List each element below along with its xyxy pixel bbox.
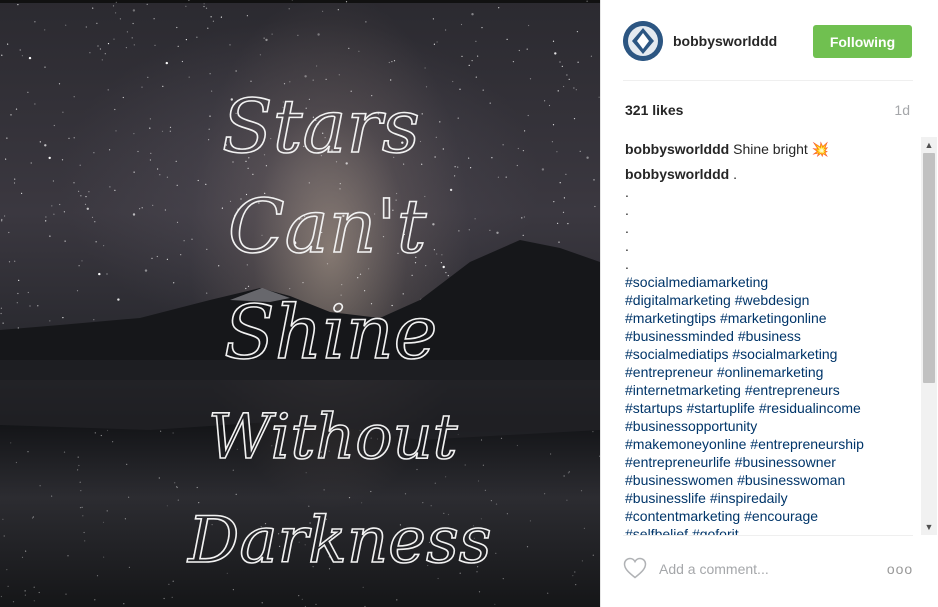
hashtag-link[interactable]: #contentmarketing <box>625 508 740 524</box>
avatar[interactable] <box>623 21 663 61</box>
following-button[interactable]: Following <box>813 25 912 58</box>
more-options-icon[interactable]: ooo <box>885 560 915 578</box>
hashtag-link[interactable]: #encourage <box>744 508 818 524</box>
overlay-line-3: Shine <box>224 290 437 376</box>
scrollbar-thumb[interactable] <box>923 153 935 383</box>
post-details-panel: bobbysworlddd Following 321 likes 1d bob… <box>600 0 938 607</box>
hashtag-link[interactable]: #businesswomen <box>625 472 733 488</box>
hashtag-link[interactable]: #selfbelief <box>625 526 688 535</box>
post-header: bobbysworlddd Following <box>601 0 938 81</box>
comments-scrollbar[interactable]: ▲ ▼ <box>921 137 937 535</box>
hashtag-block: #socialmediamarketing #digitalmarketing #… <box>625 273 921 535</box>
overlay-phrase: Stars Can't Shine Without Darkness <box>186 83 492 579</box>
hashtag-link[interactable]: #entrepreneurs <box>745 382 840 398</box>
arrow-up-icon[interactable]: ▲ <box>921 137 937 153</box>
likes-count[interactable]: 321 likes <box>625 102 683 118</box>
header-username[interactable]: bobbysworlddd <box>673 33 777 49</box>
hashtag-link[interactable]: #inspiredaily <box>710 490 788 506</box>
comments-list: bobbysworlddd Shine bright 💥 bobbysworld… <box>625 140 921 535</box>
hashtag-link[interactable]: #socialmediamarketing <box>625 274 768 290</box>
hashtag-link[interactable]: #businesswoman <box>737 472 845 488</box>
hashtag-link[interactable]: #webdesign <box>735 292 810 308</box>
hashtag-link[interactable]: #businessminded <box>625 328 734 344</box>
hashtag-line: #selfbelief #goforit <box>625 525 921 535</box>
hashtag-link[interactable]: #goforit <box>692 526 739 535</box>
hashtag-line: #internetmarketing #entrepreneurs <box>625 381 921 399</box>
comment-dot-line: . <box>625 238 629 254</box>
caption: bobbysworlddd Shine bright 💥 <box>625 140 921 158</box>
hashtag-line: #socialmediatips #socialmarketing <box>625 345 921 363</box>
hashtag-link[interactable]: #socialmediatips <box>625 346 729 362</box>
overlay-line-5: Darkness <box>187 504 492 578</box>
hashtag-link[interactable]: #businessowner <box>735 454 836 470</box>
comment-dot-line: . <box>625 220 629 236</box>
heart-outline-icon[interactable] <box>623 557 647 579</box>
hashtag-link[interactable]: #startuplife <box>686 400 754 416</box>
post-age[interactable]: 1d <box>894 102 910 118</box>
hashtag-line: #socialmediamarketing <box>625 273 921 291</box>
hashtag-line: #makemoneyonline #entrepreneurship <box>625 435 921 453</box>
comment-username[interactable]: bobbysworlddd <box>625 166 729 182</box>
comment-item: bobbysworlddd . . . . . . #socialmediama… <box>625 165 921 535</box>
footer-divider <box>623 535 913 536</box>
hashtag-link[interactable]: #marketingtips <box>625 310 716 326</box>
caption-username[interactable]: bobbysworlddd <box>625 141 729 157</box>
hashtag-line: #digitalmarketing #webdesign <box>625 291 921 309</box>
post-image[interactable]: Stars Can't Shine Without Darkness <box>0 0 600 607</box>
hashtag-link[interactable]: #marketingonline <box>720 310 827 326</box>
overlay-line-1: Stars <box>222 84 420 170</box>
arrow-down-icon[interactable]: ▼ <box>921 519 937 535</box>
add-comment-input[interactable] <box>659 558 859 580</box>
hashtag-link[interactable]: #residualincome <box>759 400 861 416</box>
hashtag-line: #businesswomen #businesswoman <box>625 471 921 489</box>
comment-dot-line: . <box>625 184 629 200</box>
hashtag-line: #contentmarketing #encourage <box>625 507 921 525</box>
hashtag-link[interactable]: #startups <box>625 400 683 416</box>
hashtag-link[interactable]: #business <box>738 328 801 344</box>
comment-dot-line: . <box>625 256 629 272</box>
hashtag-link[interactable]: #onlinemarketing <box>717 364 824 380</box>
hashtag-link[interactable]: #entrepreneurlife <box>625 454 731 470</box>
hashtag-line: #entrepreneurlife #businessowner <box>625 453 921 471</box>
hashtag-link[interactable]: #socialmarketing <box>732 346 837 362</box>
overlay-line-4: Without <box>208 400 458 473</box>
hashtag-link[interactable]: #businessopportunity <box>625 418 757 434</box>
hashtag-line: #businessminded #business <box>625 327 921 345</box>
hashtag-link[interactable]: #entrepreneurship <box>750 436 864 452</box>
comment-dot-line: . <box>625 202 629 218</box>
hashtag-link[interactable]: #businesslife <box>625 490 706 506</box>
hashtag-line: #startups #startuplife #residualincome <box>625 399 921 417</box>
hashtag-line: #entrepreneur #onlinemarketing <box>625 363 921 381</box>
hashtag-line: #businessopportunity <box>625 417 921 435</box>
header-divider <box>623 80 913 81</box>
hashtag-link[interactable]: #makemoneyonline <box>625 436 746 452</box>
hashtag-link[interactable]: #digitalmarketing <box>625 292 731 308</box>
avatar-logo-icon <box>623 21 663 61</box>
hashtag-link[interactable]: #internetmarketing <box>625 382 741 398</box>
comment-text: . <box>733 166 737 182</box>
overlay-line-2: Can't <box>228 184 427 270</box>
hashtag-link[interactable]: #entrepreneur <box>625 364 713 380</box>
caption-text: Shine bright 💥 <box>733 141 830 157</box>
hashtag-line: #marketingtips #marketingonline <box>625 309 921 327</box>
hashtag-line: #businesslife #inspiredaily <box>625 489 921 507</box>
